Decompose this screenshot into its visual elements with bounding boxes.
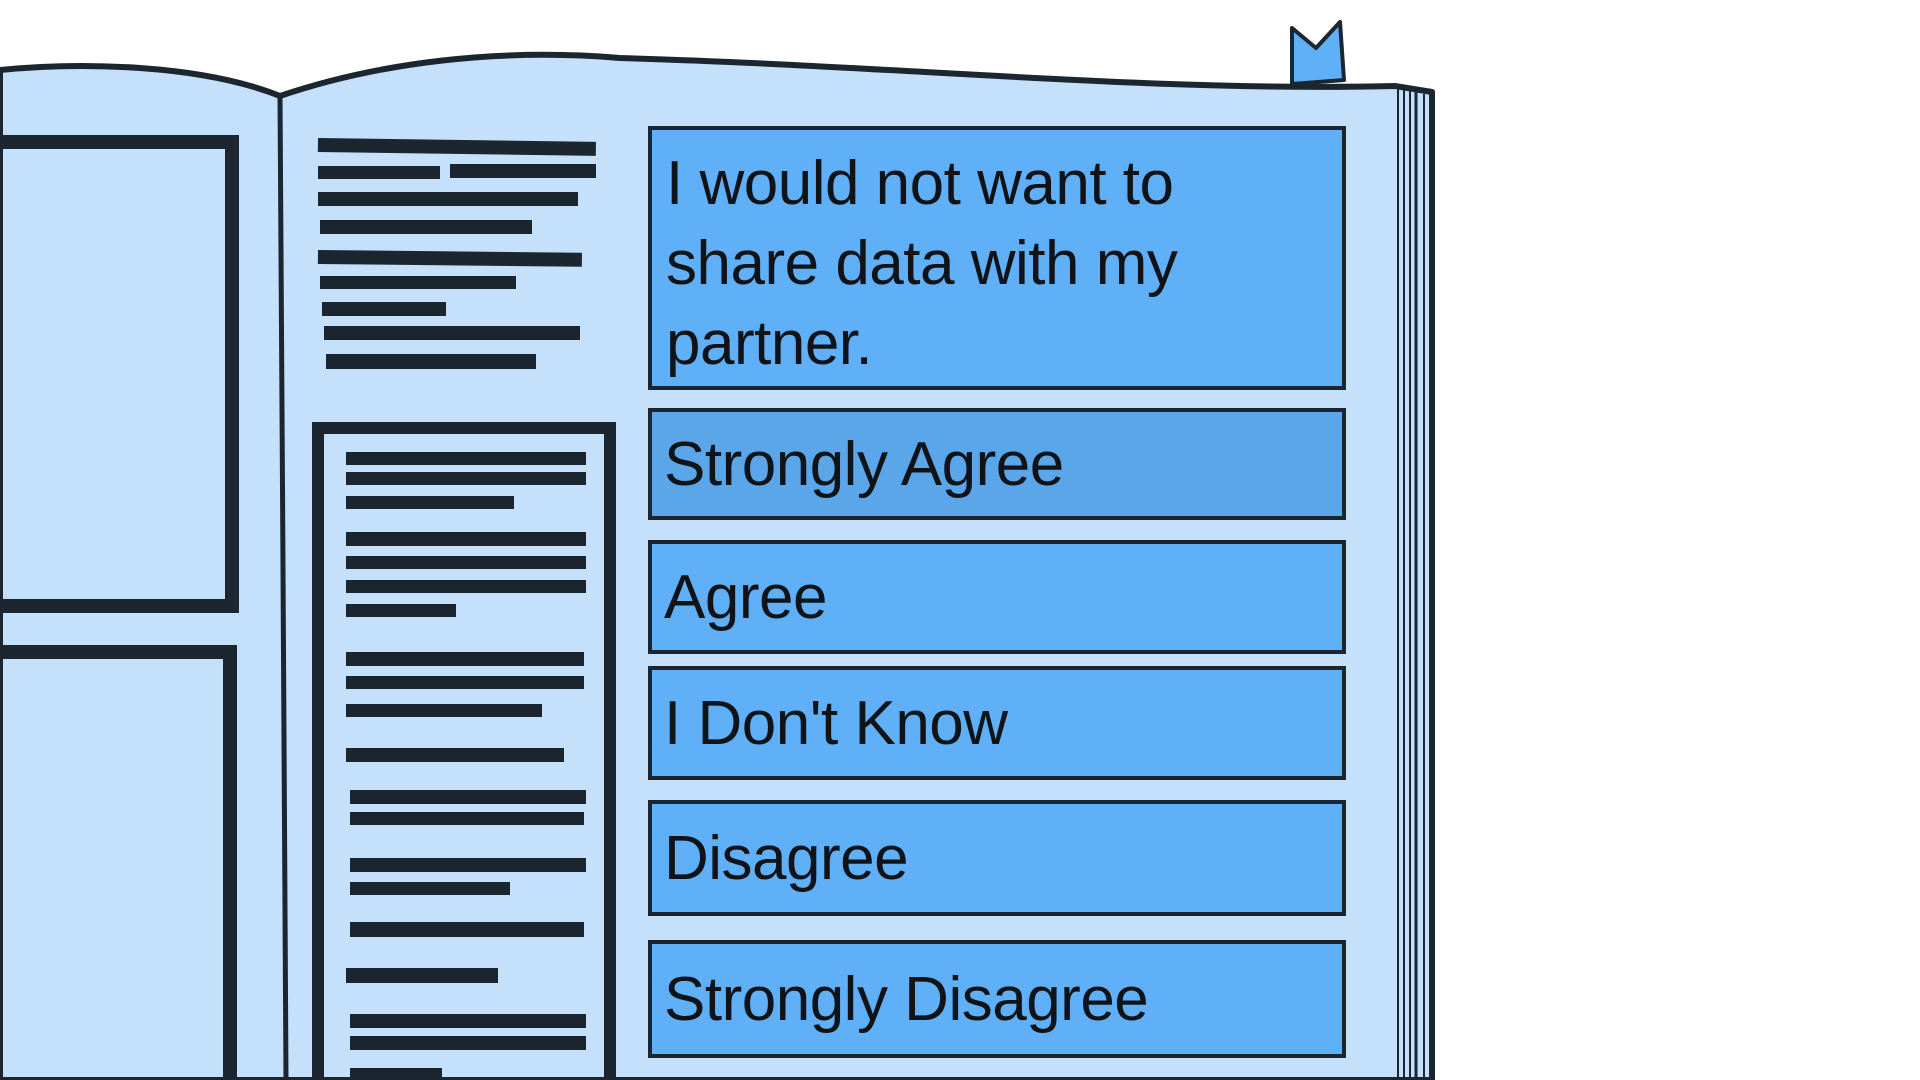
answer-label: Strongly Agree — [664, 429, 1064, 499]
answer-i-dont-know[interactable]: I Don't Know — [648, 666, 1346, 780]
answer-disagree[interactable]: Disagree — [648, 800, 1346, 916]
answer-label: Agree — [664, 562, 827, 632]
answer-strongly-disagree[interactable]: Strongly Disagree — [648, 940, 1346, 1058]
answer-label: Disagree — [664, 823, 909, 893]
bookmark-ribbon — [1290, 20, 1346, 86]
answer-label: Strongly Disagree — [664, 964, 1149, 1034]
answer-agree[interactable]: Agree — [648, 540, 1346, 654]
answer-label: I Don't Know — [664, 688, 1008, 758]
question-text: I would not want to share data with my p… — [666, 149, 1178, 378]
survey-question-card: I would not want to share data with my p… — [648, 126, 1346, 1068]
question-box: I would not want to share data with my p… — [648, 126, 1346, 390]
answer-strongly-agree[interactable]: Strongly Agree — [648, 408, 1346, 520]
